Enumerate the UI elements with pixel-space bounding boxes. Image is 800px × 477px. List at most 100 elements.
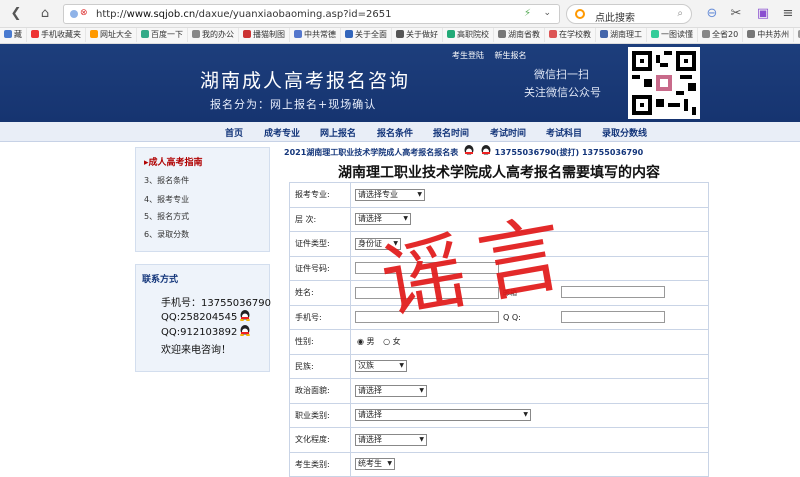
nav-majors[interactable]: 成考专业 xyxy=(264,126,300,139)
address-bar[interactable]: ⊗ http://www.sqjob.cn/daxue/yuanxiaobaom… xyxy=(63,4,560,24)
bookmark-favicon-icon xyxy=(651,30,659,38)
candidate-type-select[interactable]: 统考生 xyxy=(355,458,395,471)
bookmark-item[interactable]: 湖南理工 xyxy=(596,28,647,42)
top-links: 考生登陆 新生报名 xyxy=(452,50,535,61)
bookmarks-bar: 藏 手机收藏夹 网址大全 百度一下 我的办公 播猫制图 中共常德 关于全面 关于做好 高职院校 湖南… xyxy=(0,28,800,44)
search-box[interactable]: 点此搜索 ⌕ xyxy=(566,4,692,24)
back-icon[interactable]: ❮ xyxy=(8,6,24,22)
home-icon[interactable]: ⌂ xyxy=(37,6,53,22)
label-candidate-type: 考生类别: xyxy=(289,451,351,477)
bookmark-item[interactable]: 百度一下 xyxy=(137,28,188,42)
bookmark-item[interactable]: 手机收藏夹 xyxy=(27,28,86,42)
form-title: 湖南理工职业技术学院成人高考报名需要填写的内容 xyxy=(338,165,660,181)
gender-male-radio[interactable]: ◉ 男 xyxy=(357,337,375,346)
form-row-gender: 性别: ◉ 男 ○ 女 xyxy=(289,329,709,355)
label-ethnicity: 民族: xyxy=(289,353,351,379)
bookmark-item[interactable]: 播猫制图 xyxy=(239,28,290,42)
url-text: http://www.sqjob.cn/daxue/yuanxiaobaomin… xyxy=(96,9,392,20)
nav-online-registration[interactable]: 网上报名 xyxy=(320,126,356,139)
lightning-icon[interactable]: ⚡ xyxy=(524,8,531,19)
bookmark-item[interactable]: 全省20 xyxy=(698,28,744,42)
form-row-occupation: 职业类别: 请选择 xyxy=(289,402,709,428)
bookmark-favicon-icon xyxy=(4,30,12,38)
bookmark-item[interactable]: 关于全面 xyxy=(341,28,392,42)
bookmark-label: 中共常德 xyxy=(304,30,336,39)
bookmark-label: 藏 xyxy=(14,30,22,39)
label-politics: 政治面貌: xyxy=(289,378,351,404)
bookmark-item[interactable]: 网址大全 xyxy=(86,28,137,42)
qq-input[interactable] xyxy=(561,310,665,323)
label-major: 报考专业: xyxy=(289,182,351,208)
sidebar-guide-heading[interactable]: ▸成人高考指南 xyxy=(144,155,203,168)
bookmark-label: 手机收藏夹 xyxy=(41,30,81,39)
education-select[interactable]: 请选择 xyxy=(355,433,427,446)
search-icon[interactable]: ⌕ xyxy=(677,8,683,19)
login-link[interactable]: 考生登陆 xyxy=(452,51,484,60)
nav-exam-subjects[interactable]: 考试科目 xyxy=(546,126,582,139)
bookmark-item[interactable]: 样板示 xyxy=(794,28,800,42)
bookmark-item[interactable]: 我的办公 xyxy=(188,28,239,42)
bookmark-item[interactable]: 中共常德 xyxy=(290,28,341,42)
contact-qq-2[interactable]: QQ:912103892 xyxy=(161,325,251,338)
form-row-candidate-type: 考生类别: 统考生 xyxy=(289,451,709,477)
politics-select[interactable]: 请选择 xyxy=(355,384,427,397)
bookmark-label: 百度一下 xyxy=(151,30,183,39)
sidebar-item-method[interactable]: 5、报名方式 xyxy=(144,211,189,222)
nav-conditions[interactable]: 报名条件 xyxy=(377,126,413,139)
nav-admission-scores[interactable]: 录取分数线 xyxy=(602,126,647,139)
sidebar-contact: 联系方式 手机号：13755036790 QQ:258204545 QQ:912… xyxy=(135,264,271,372)
sidebar-item-scores[interactable]: 6、录取分数 xyxy=(144,229,189,240)
bookmark-label: 我的办公 xyxy=(202,30,234,39)
menu-icon[interactable]: ≡ xyxy=(780,6,796,22)
scissors-icon[interactable]: ✂ xyxy=(728,6,744,22)
label-education: 文化程度: xyxy=(289,427,351,453)
bookmark-favicon-icon xyxy=(31,30,39,38)
extension-icon[interactable]: ⊖ xyxy=(704,6,720,22)
sidebar-item-majors[interactable]: 4、报考专业 xyxy=(144,194,189,205)
sidebar-item-conditions[interactable]: 3、报名条件 xyxy=(144,175,189,186)
chevron-down-icon[interactable]: ⌄ xyxy=(543,8,551,18)
bookmark-label: 在学校教 xyxy=(559,30,591,39)
wechat-text-2: 关注微信公众号 xyxy=(524,86,601,99)
bookmark-item[interactable]: 在学校教 xyxy=(545,28,596,42)
browser-toolbar: ❮ ⌂ ⊗ http://www.sqjob.cn/daxue/yuanxiao… xyxy=(0,0,800,28)
bookmark-label: 全省20 xyxy=(712,30,739,39)
main-nav: 首页 成考专业 网上报名 报名条件 报名时间 考试时间 考试科目 录取分数线 xyxy=(0,122,800,142)
label-occupation: 职业类别: xyxy=(289,402,351,428)
nav-registration-time[interactable]: 报名时间 xyxy=(433,126,469,139)
bookmark-favicon-icon xyxy=(447,30,455,38)
bookmark-label: 网址大全 xyxy=(100,30,132,39)
occupation-select[interactable]: 请选择 xyxy=(355,409,531,422)
nav-exam-time[interactable]: 考试时间 xyxy=(490,126,526,139)
bookmark-favicon-icon xyxy=(747,30,756,38)
gender-female-radio[interactable]: ○ 女 xyxy=(383,337,401,346)
bookmark-favicon-icon xyxy=(243,30,251,38)
bookmark-item[interactable]: 藏 xyxy=(0,28,27,42)
bookmark-label: 湖南理工 xyxy=(610,30,642,39)
contact-phone: 手机号：13755036790 xyxy=(161,298,271,309)
bookmark-item[interactable]: 关于做好 xyxy=(392,28,443,42)
bookmark-label: 湖南省教 xyxy=(508,30,540,39)
site-title: 湖南成人高考报名咨询 xyxy=(200,70,411,92)
ethnicity-select[interactable]: 汉族 xyxy=(355,360,407,373)
bookmark-favicon-icon xyxy=(345,30,353,38)
bookmark-item[interactable]: 湖南省教 xyxy=(494,28,545,42)
plugin-icon[interactable]: ▣ xyxy=(755,6,771,22)
nav-home[interactable]: 首页 xyxy=(225,126,243,139)
site-subtitle: 报名分为：网上报名+现场确认 xyxy=(210,98,377,111)
bookmark-item[interactable]: 一图读懂 xyxy=(647,28,698,42)
qq-icon[interactable] xyxy=(463,145,475,156)
major-select[interactable]: 请选择专业 xyxy=(355,188,425,201)
qq-icon[interactable] xyxy=(480,145,492,156)
form-row-ethnicity: 民族: 汉族 xyxy=(289,353,709,379)
form-row-politics: 政治面貌: 请选择 xyxy=(289,378,709,404)
bookmark-item[interactable]: 高职院校 xyxy=(443,28,494,42)
bookmark-favicon-icon xyxy=(141,30,149,38)
bookmark-item[interactable]: 中共苏州 xyxy=(743,28,795,42)
bookmark-favicon-icon xyxy=(294,30,302,38)
contact-welcome: 欢迎来电咨询！ xyxy=(161,345,231,356)
contact-qq-1[interactable]: QQ:258204545 xyxy=(161,310,251,323)
label-phone: 手机号: xyxy=(289,304,351,330)
search-engine-icon xyxy=(575,9,585,19)
register-link[interactable]: 新生报名 xyxy=(495,51,527,60)
